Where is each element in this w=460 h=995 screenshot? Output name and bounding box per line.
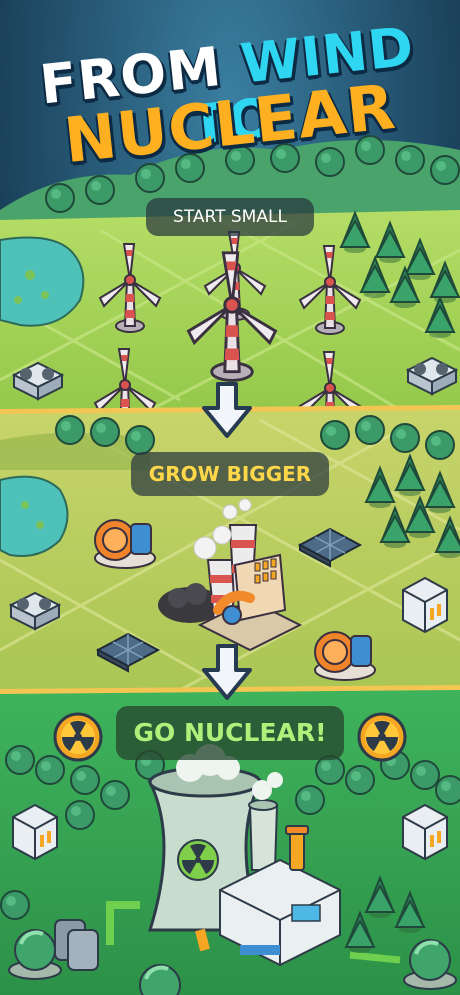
radiation-icon <box>53 712 103 762</box>
app-screenshot: FROM WIND TO NUCLEAR START SMALL GROW BI… <box>0 0 460 995</box>
stage-label-go-nuclear: GO NUCLEAR! <box>116 706 344 760</box>
stage-label-start-small: START SMALL <box>146 198 314 236</box>
arrow-down-icon <box>202 382 252 438</box>
stage-label-grow-bigger: GROW BIGGER <box>131 452 329 496</box>
arrow-down-icon <box>202 644 252 700</box>
radiation-icon <box>357 712 407 762</box>
